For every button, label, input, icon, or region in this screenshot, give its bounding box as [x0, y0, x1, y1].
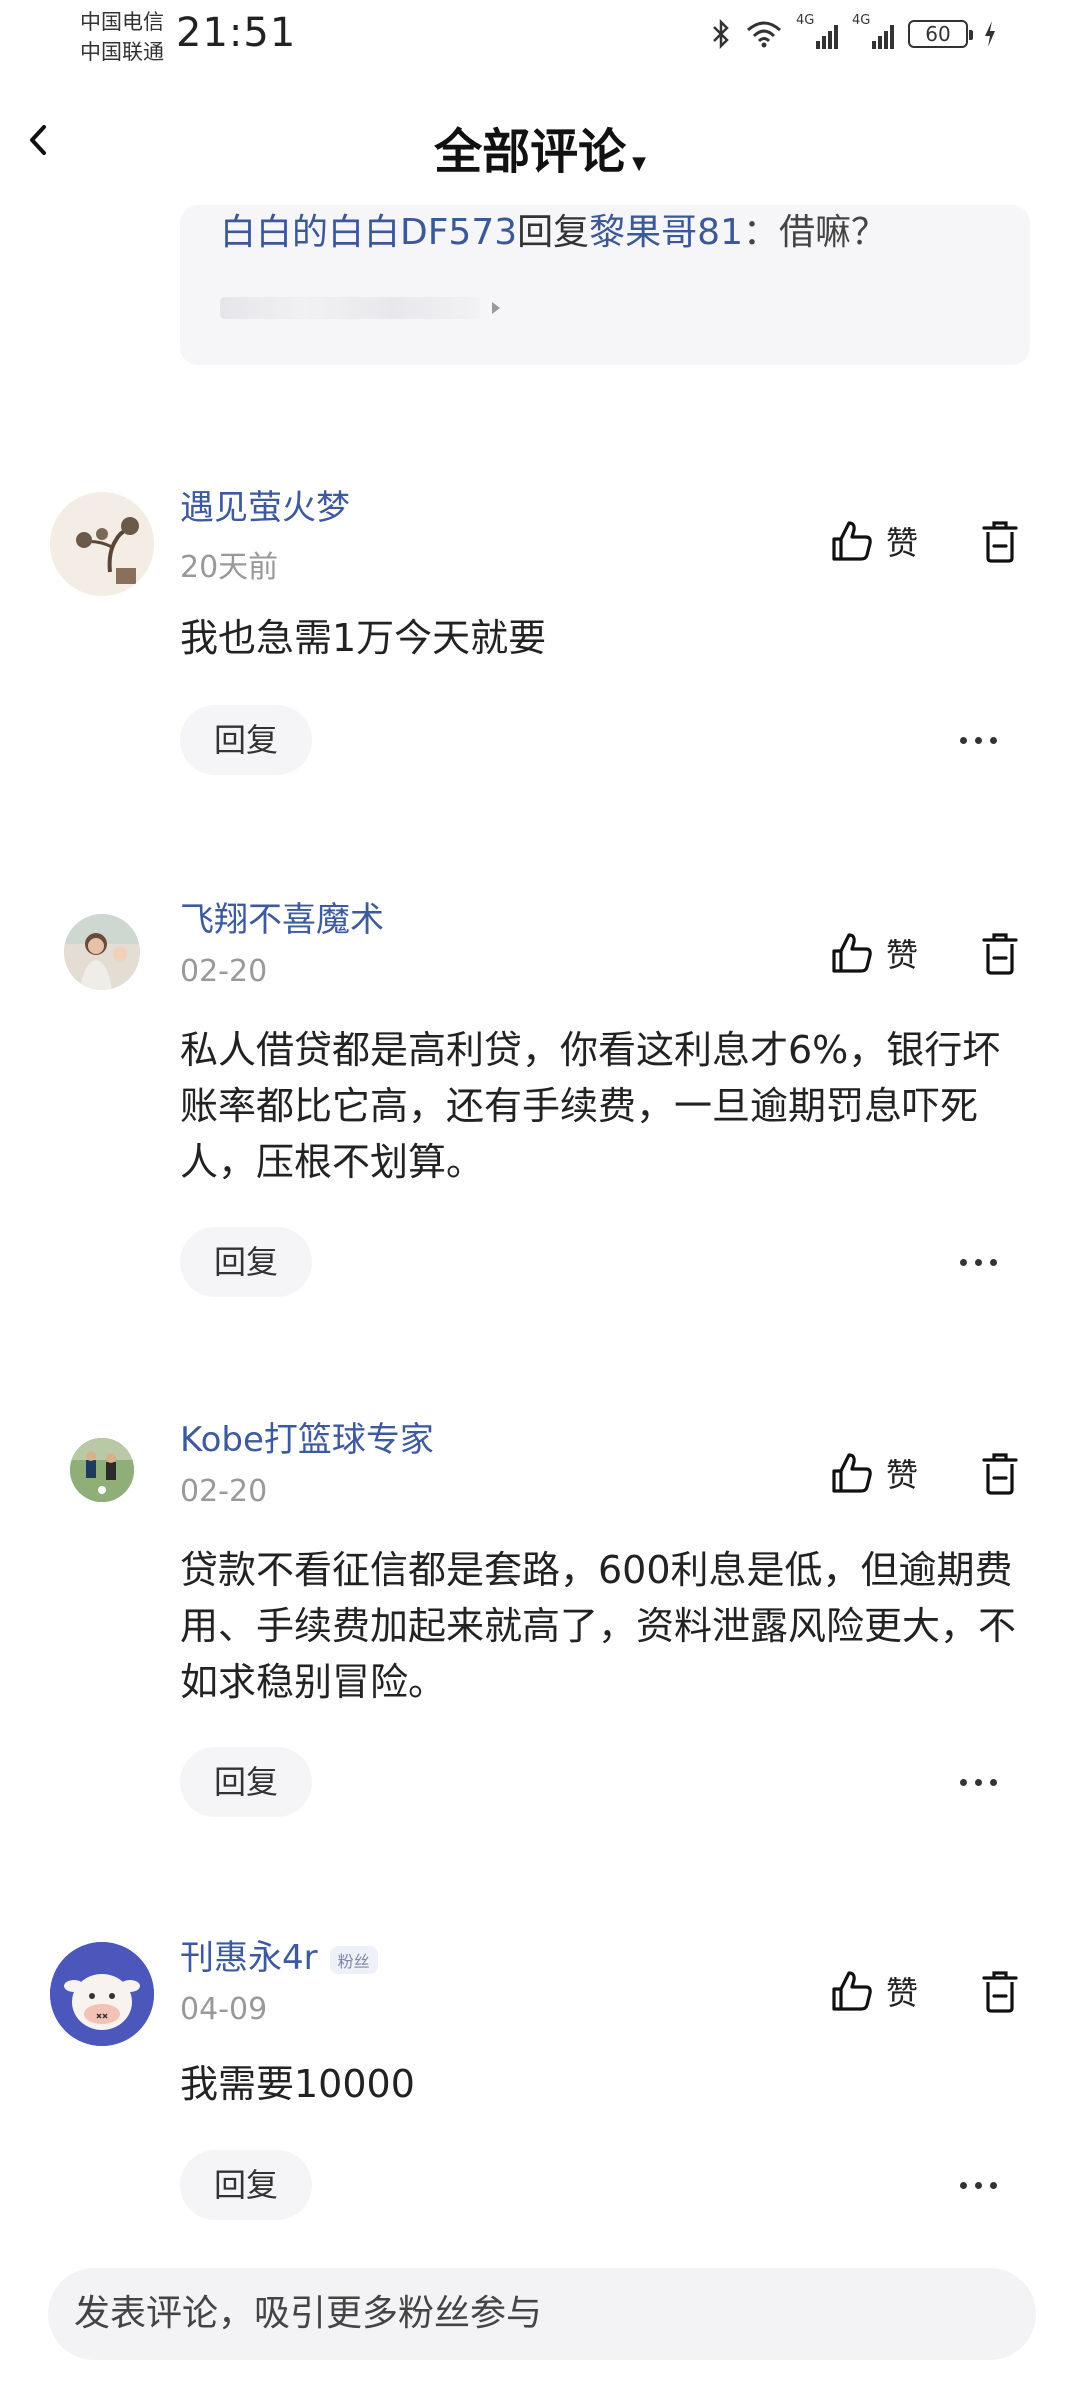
- thumbs-up-icon: [832, 1453, 872, 1493]
- person-avatar-icon: [64, 914, 140, 990]
- avatar[interactable]: [50, 1942, 154, 2046]
- comment-item: 刊惠永4r 粉丝 04-09 我需要10000 回复 赞: [0, 1930, 1080, 2230]
- comment-time: 20天前: [180, 550, 279, 585]
- quoted-reply-message: ：借嘛？: [742, 212, 887, 253]
- comment-input[interactable]: 发表评论，吸引更多粉丝参与: [48, 2268, 1036, 2360]
- status-icons: 4G 4G 60: [710, 13, 998, 50]
- wifi-icon: [747, 21, 781, 48]
- trash-icon: [982, 1453, 1018, 1495]
- play-triangle-icon: [492, 302, 500, 314]
- trash-icon: [982, 1971, 1018, 2013]
- username-text[interactable]: 刊惠永4r: [180, 1938, 318, 1978]
- clock: 21:51: [176, 10, 297, 56]
- signal-1-label: 4G: [796, 13, 815, 28]
- trash-icon: [982, 933, 1018, 975]
- battery-icon: 60: [908, 20, 973, 48]
- comment-input-placeholder: 发表评论，吸引更多粉丝参与: [74, 2293, 543, 2334]
- avatar[interactable]: [70, 1438, 134, 1502]
- page-title[interactable]: 全部评论: [434, 124, 626, 180]
- thumbs-up-icon: [832, 1971, 872, 2011]
- more-options-button[interactable]: [960, 1779, 997, 1786]
- avatar[interactable]: [50, 492, 154, 596]
- like-button[interactable]: 赞: [830, 518, 918, 564]
- username[interactable]: Kobe打篮球专家: [180, 1412, 434, 1461]
- avatar[interactable]: [64, 914, 140, 990]
- blurred-text: [220, 297, 480, 319]
- comment-time: 02-20: [180, 1474, 268, 1509]
- carrier-1: 中国电信: [80, 10, 164, 34]
- comment-text: 我需要10000: [180, 2062, 415, 2106]
- comment-time: 02-20: [180, 954, 268, 989]
- signal-2-label: 4G: [852, 13, 871, 28]
- quoted-reply-line: 白白的白白DF573回复黎果哥81：借嘛？: [220, 205, 887, 255]
- delete-button[interactable]: [980, 1452, 1020, 1500]
- quoted-reply-from-user[interactable]: 白白的白白DF573: [220, 212, 517, 253]
- comment-text: 我也急需1万今天就要: [180, 616, 547, 660]
- cow-avatar-icon: [50, 1942, 154, 2046]
- dot: [960, 1259, 967, 1266]
- header: 全部评论 ▼: [0, 112, 1080, 182]
- delete-button[interactable]: [980, 1970, 1020, 2018]
- dot: [960, 737, 967, 744]
- dot: [990, 737, 997, 744]
- comment-time: 04-09: [180, 1992, 268, 2027]
- comment-item: Kobe打篮球专家 02-20 贷款不看征信都是套路，600利息是低，但逾期费用…: [0, 1412, 1080, 1832]
- reply-button[interactable]: 回复: [180, 1747, 312, 1817]
- dot: [975, 737, 982, 744]
- signal-2-icon: 4G: [852, 13, 894, 49]
- dot: [975, 1779, 982, 1786]
- soccer-avatar-icon: [70, 1438, 134, 1502]
- more-options-button[interactable]: [960, 1259, 997, 1266]
- dot: [975, 2182, 982, 2189]
- like-button[interactable]: 赞: [830, 930, 918, 976]
- thumbs-up-icon: [832, 933, 872, 973]
- dot: [990, 2182, 997, 2189]
- username[interactable]: 遇见萤火梦: [180, 480, 350, 529]
- comment-item: 飞翔不喜魔术 02-20 私人借贷都是高利贷，你看这利息才6%，银行坏账率都比它…: [0, 892, 1080, 1312]
- like-label: 赞: [886, 1974, 919, 2012]
- reply-button[interactable]: 回复: [180, 705, 312, 775]
- quoted-reply-to-user[interactable]: 黎果哥81: [589, 212, 743, 253]
- reply-button[interactable]: 回复: [180, 2150, 312, 2220]
- dot: [990, 1779, 997, 1786]
- trash-icon: [982, 521, 1018, 563]
- bluetooth-icon: [713, 18, 729, 50]
- dot: [960, 2182, 967, 2189]
- dot: [975, 1259, 982, 1266]
- quoted-reply-connector: 回复: [517, 212, 590, 253]
- username[interactable]: 刊惠永4r 粉丝: [180, 1930, 378, 1979]
- more-options-button[interactable]: [960, 737, 997, 744]
- comment-text: 私人借贷都是高利贷，你看这利息才6%，银行坏账率都比它高，还有手续费，一旦逾期罚…: [180, 1028, 1001, 1184]
- like-label: 赞: [886, 936, 919, 974]
- dot: [960, 1779, 967, 1786]
- quoted-reply-meta[interactable]: [220, 297, 500, 319]
- like-button[interactable]: 赞: [830, 1968, 918, 2014]
- more-options-button[interactable]: [960, 2182, 997, 2189]
- like-label: 赞: [886, 1456, 919, 1494]
- like-label: 赞: [886, 524, 919, 562]
- delete-button[interactable]: [980, 520, 1020, 568]
- signal-1-icon: 4G: [796, 13, 838, 49]
- username[interactable]: 飞翔不喜魔术: [180, 892, 384, 941]
- fan-badge: 粉丝: [329, 1945, 378, 1974]
- like-button[interactable]: 赞: [830, 1450, 918, 1496]
- comment-item: 遇见萤火梦 20天前 我也急需1万今天就要 回复 赞: [0, 480, 1080, 780]
- quoted-reply-card[interactable]: 白白的白白DF573回复黎果哥81：借嘛？: [180, 205, 1030, 365]
- carrier-2: 中国联通: [80, 40, 164, 64]
- reply-button[interactable]: 回复: [180, 1227, 312, 1297]
- comment-text: 贷款不看征信都是套路，600利息是低，但逾期费用、手续费加起来就高了，资料泄露风…: [180, 1548, 1017, 1704]
- delete-button[interactable]: [980, 932, 1020, 980]
- bonsai-avatar-icon: [50, 492, 154, 596]
- dot: [990, 1259, 997, 1266]
- thumbs-up-icon: [832, 521, 872, 561]
- charging-icon: [985, 21, 995, 47]
- caret-down-icon[interactable]: ▼: [632, 153, 646, 174]
